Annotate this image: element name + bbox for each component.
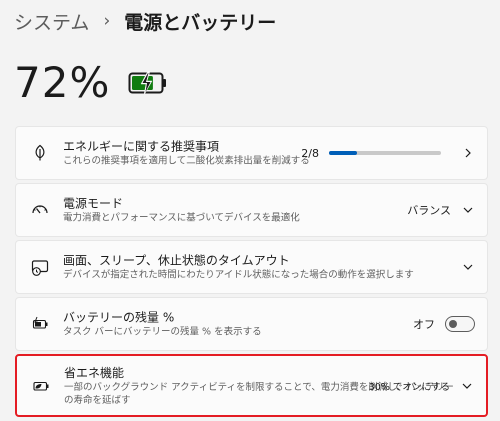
recommendations-progress-bar xyxy=(329,151,441,155)
screen-sleep-timeout-card[interactable]: 画面、スリープ、休止状態のタイムアウト デバイスが指定された時間にわたりアイドル… xyxy=(15,240,488,294)
battery-status: 72% xyxy=(14,58,168,107)
toggle-knob xyxy=(449,320,457,328)
energy-recommendations-title: エネルギーに関する推奨事項 xyxy=(63,139,220,154)
energy-recommendations-card[interactable]: エネルギーに関する推奨事項 これらの推奨事項を適用して二酸化炭素排出量を削減する… xyxy=(15,126,488,180)
chevron-down-icon xyxy=(460,379,474,393)
energy-recommendations-subtitle: これらの推奨事項を適用して二酸化炭素排出量を削減する xyxy=(63,155,310,167)
battery-percentage-card: バッテリーの残量 % タスク バーにバッテリーの残量 % を表示する オフ xyxy=(15,297,488,351)
power-mode-gauge-icon xyxy=(30,200,50,220)
energy-saver-card[interactable]: 省エネ機能 一部のバックグラウンド アクティビティを制限することで、電力消費を削… xyxy=(15,354,488,417)
power-mode-title: 電源モード xyxy=(63,196,124,211)
screen-sleep-subtitle: デバイスが指定された時間にわたりアイドル状態になった場合の動作を選択します xyxy=(63,269,414,281)
breadcrumb: システム › 電源とバッテリー xyxy=(14,6,276,36)
battery-percent-icon xyxy=(30,314,50,334)
screen-sleep-title: 画面、スリープ、休止状態のタイムアウト xyxy=(63,253,290,268)
recommendations-progress-text: 2/8 xyxy=(301,146,319,160)
chevron-down-icon xyxy=(461,203,475,217)
page-title: 電源とバッテリー xyxy=(124,11,277,34)
power-mode-dropdown[interactable]: バランス xyxy=(407,202,475,218)
battery-percentage-toggle[interactable] xyxy=(445,316,475,332)
recommendations-progress-fill xyxy=(329,151,357,155)
chevron-down-icon[interactable] xyxy=(461,260,475,274)
power-mode-value: バランス xyxy=(407,204,451,217)
breadcrumb-parent-system[interactable]: システム xyxy=(14,8,89,35)
battery-percentage-title: バッテリーの残量 % xyxy=(63,310,175,325)
chevron-right-icon xyxy=(461,146,475,160)
power-mode-card[interactable]: 電源モード 電力消費とパフォーマンスに基づいてデバイスを最適化 バランス xyxy=(15,183,488,237)
battery-percentage-toggle-label: オフ xyxy=(413,318,435,331)
energy-saver-icon xyxy=(31,376,51,396)
battery-charging-icon xyxy=(128,70,167,95)
battery-percent-readout: 72% xyxy=(14,58,111,107)
screen-sleep-icon xyxy=(30,257,50,277)
breadcrumb-separator-icon: › xyxy=(103,11,111,31)
battery-percentage-subtitle: タスク バーにバッテリーの残量 % を表示する xyxy=(63,326,262,338)
energy-saver-dropdown[interactable]: 30% でオンにする xyxy=(369,379,474,393)
power-mode-subtitle: 電力消費とパフォーマンスに基づいてデバイスを最適化 xyxy=(63,212,300,224)
leaf-icon xyxy=(30,143,50,163)
energy-saver-value: 30% でオンにする xyxy=(368,381,450,393)
energy-saver-subtitle-line2: の寿命を延ばす xyxy=(64,394,131,406)
